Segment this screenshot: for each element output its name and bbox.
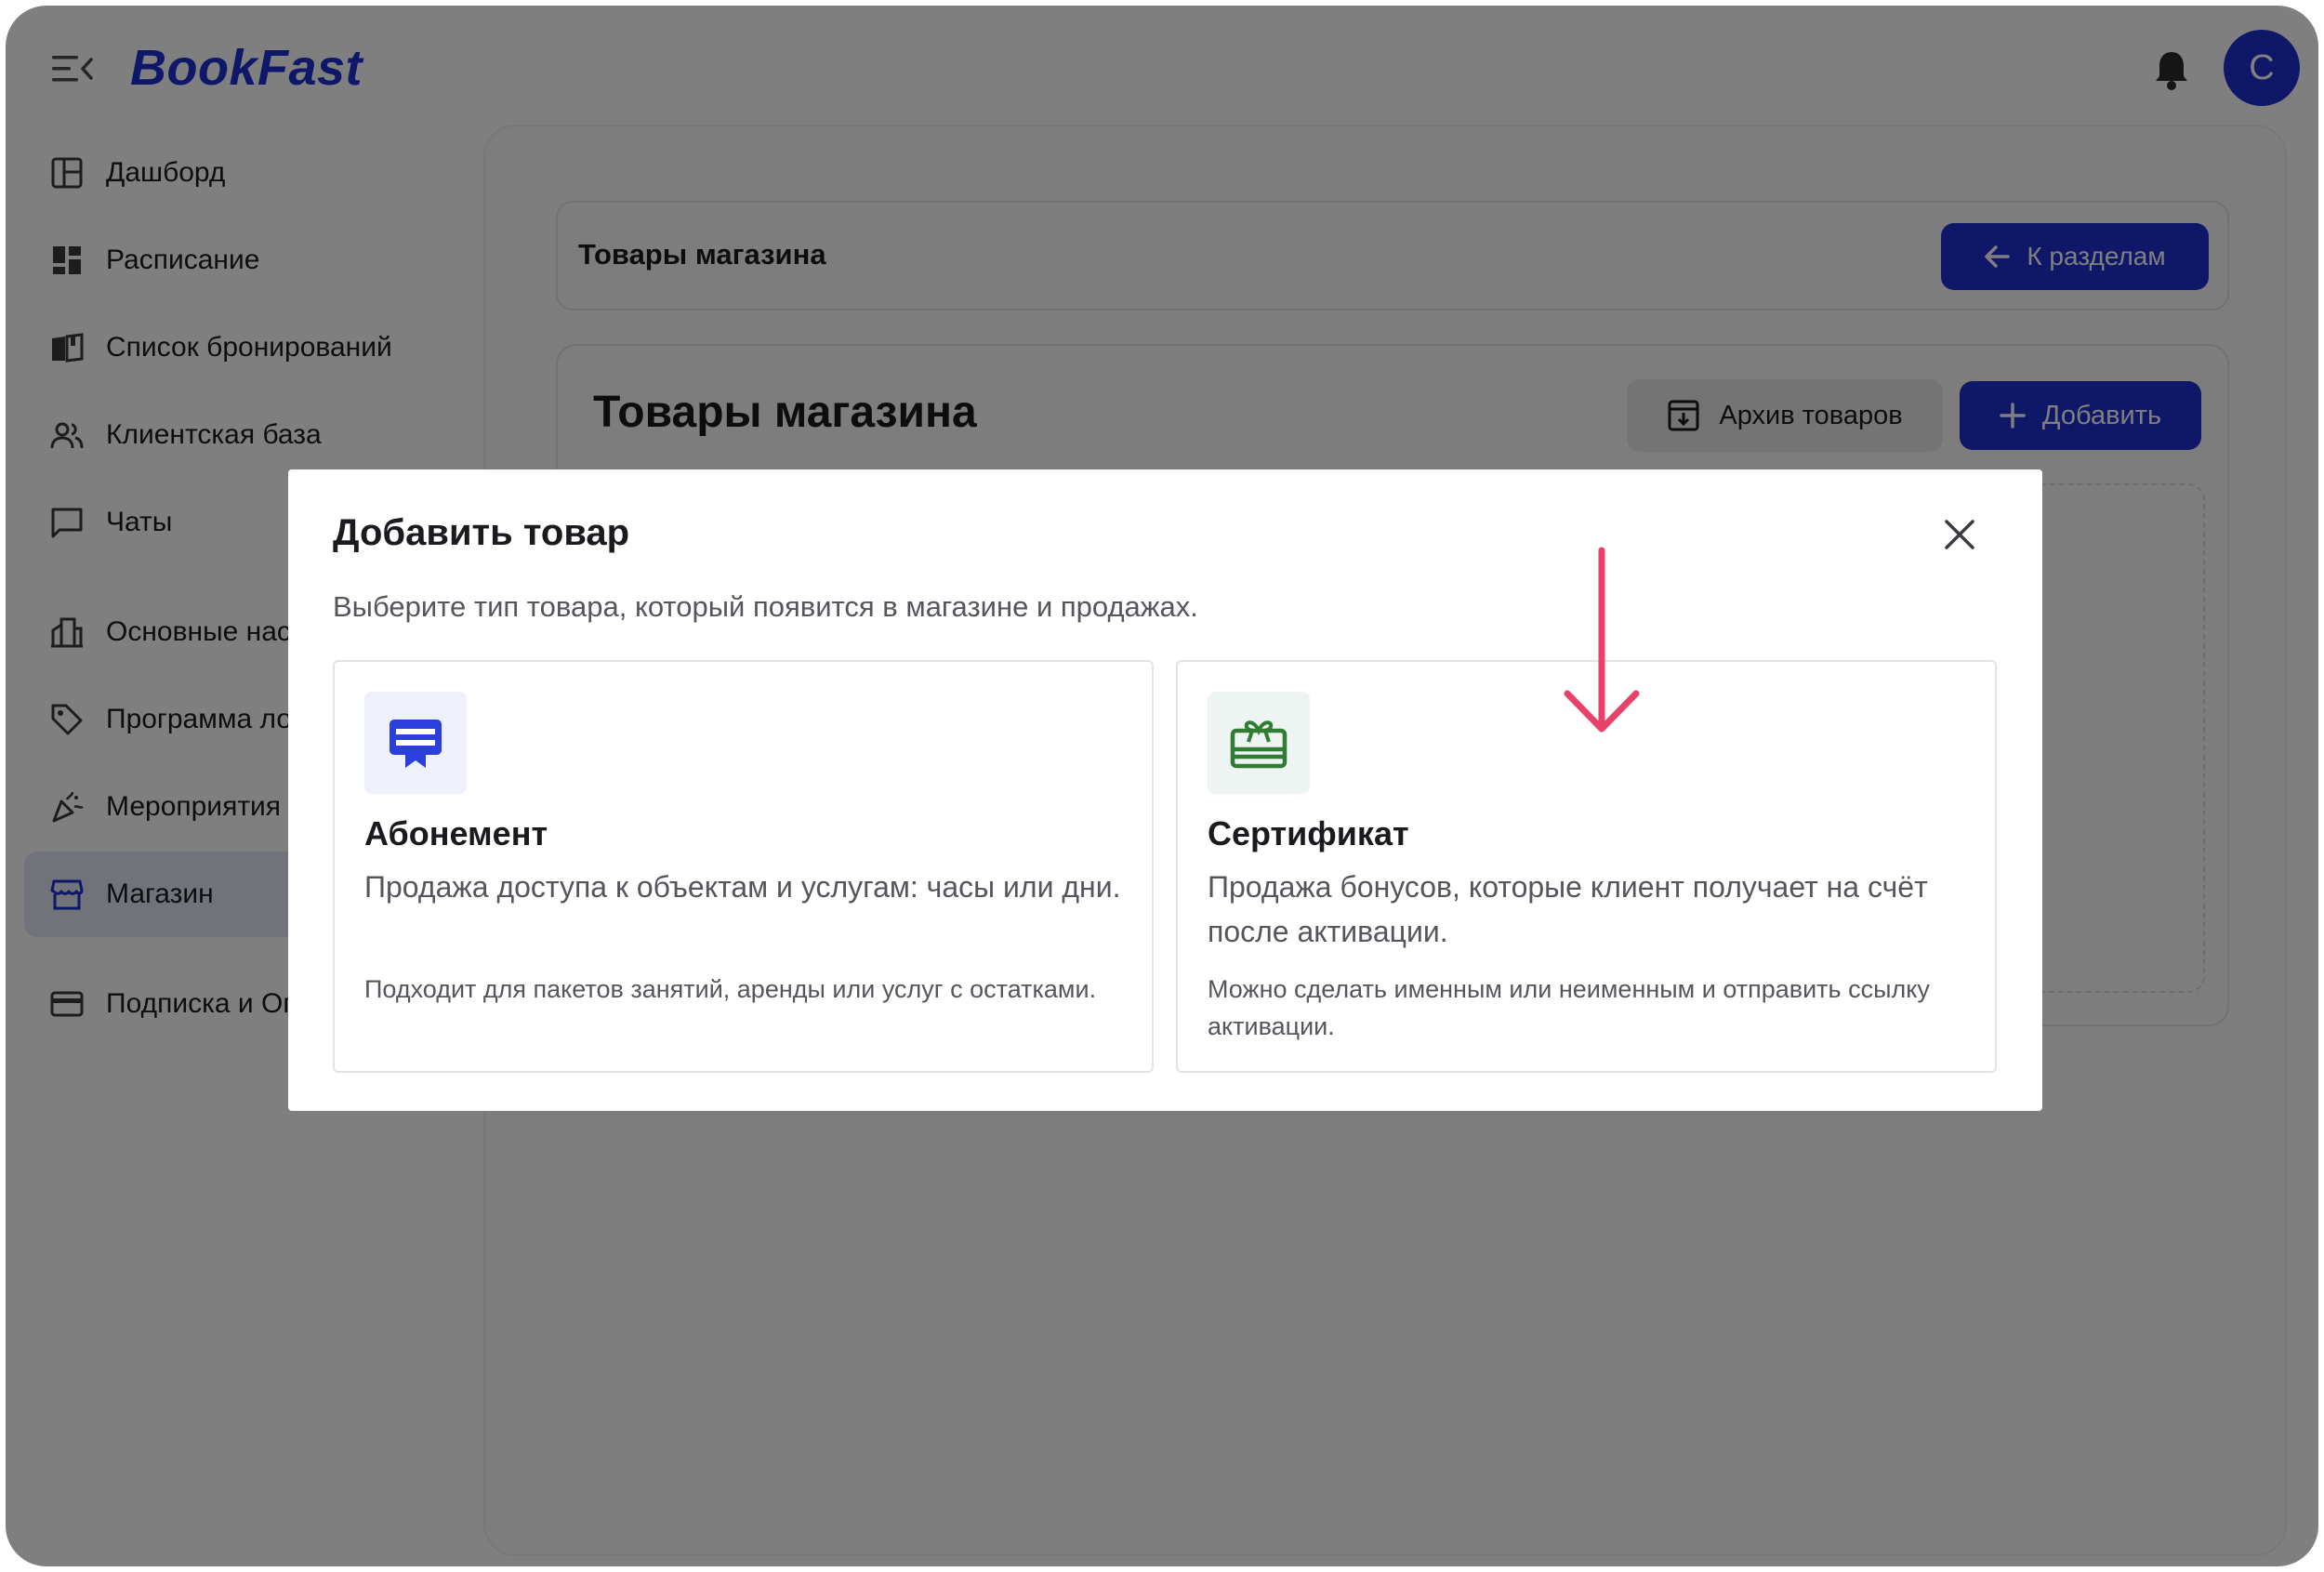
option-description: Продажа бонусов, которые клиент получает… xyxy=(1208,870,1928,948)
option-note: Подходит для пакетов занятий, аренды или… xyxy=(364,975,1097,1003)
option-title: Абонемент xyxy=(364,814,548,852)
add-product-dialog: Добавить товар Выберите тип товара, кото… xyxy=(288,469,2042,1111)
option-description: Продажа доступа к объектам и услугам: ча… xyxy=(364,870,1121,904)
gift-card-icon xyxy=(1230,720,1287,769)
option-title: Сертификат xyxy=(1208,814,1409,852)
dialog-title: Добавить товар xyxy=(333,512,630,553)
membership-icon-box xyxy=(364,692,467,794)
option-note: Можно сделать именным или неименным и от… xyxy=(1208,975,1930,1040)
membership-icon xyxy=(390,720,442,768)
close-icon[interactable] xyxy=(1943,518,1976,551)
certificate-icon-box xyxy=(1208,692,1310,794)
option-membership[interactable]: Абонемент Продажа доступа к объектам и у… xyxy=(333,660,1154,1073)
highlight-arrow-icon xyxy=(1564,547,1640,733)
dialog-subtitle: Выберите тип товара, который появится в … xyxy=(333,590,1198,623)
